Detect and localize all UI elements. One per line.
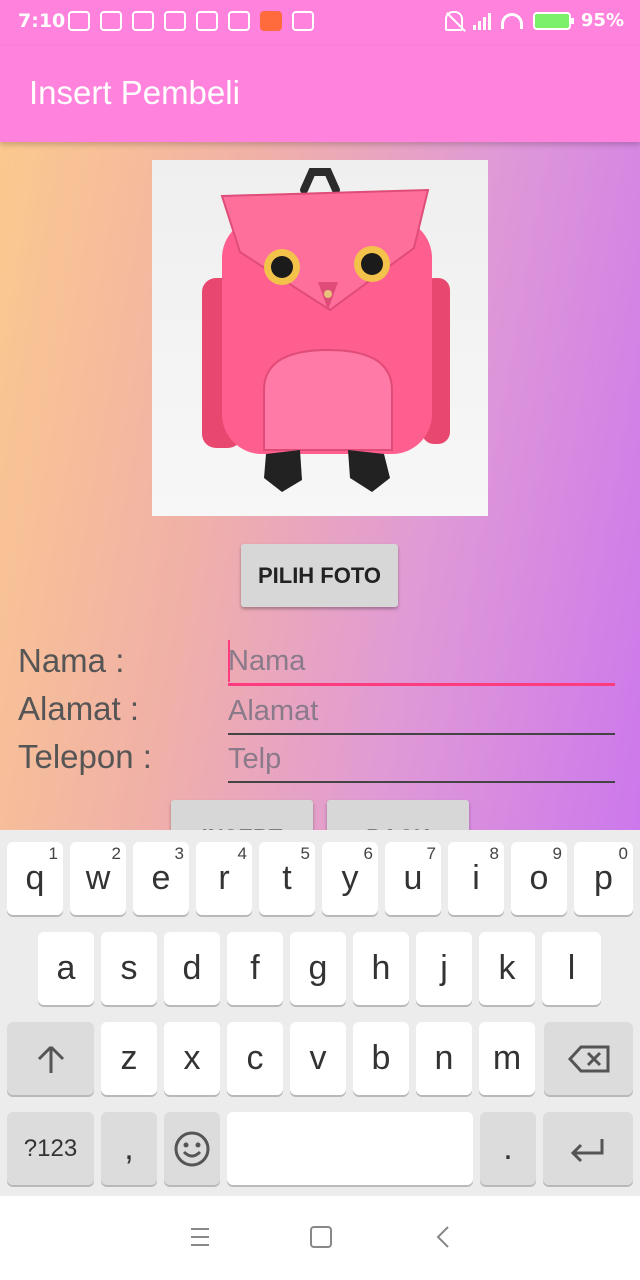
text-cursor (228, 640, 230, 682)
enter-icon (570, 1138, 604, 1162)
key-l[interactable]: l (542, 932, 601, 1005)
nama-label: Nama : (18, 642, 125, 679)
key-d[interactable]: d (164, 932, 220, 1005)
soft-keyboard: q1 w2 e3 r4 t5 y6 u7 i8 o9 p0 a s d f g … (0, 830, 640, 1196)
comma-key[interactable]: , (101, 1112, 157, 1185)
key-c[interactable]: c (227, 1022, 283, 1095)
key-k[interactable]: k (479, 932, 535, 1005)
key-e[interactable]: e3 (133, 842, 189, 915)
key-v[interactable]: v (290, 1022, 346, 1095)
gmail-icon (164, 11, 186, 31)
key-w[interactable]: w2 (70, 842, 126, 915)
mute-icon (444, 10, 463, 31)
insert-button[interactable]: INSERT (171, 800, 313, 830)
wifi-icon (500, 12, 523, 29)
alamat-field[interactable] (228, 689, 615, 735)
key-o[interactable]: o9 (511, 842, 567, 915)
key-h[interactable]: h (353, 932, 409, 1005)
system-nav-bar (0, 1196, 640, 1280)
key-f[interactable]: f (227, 932, 283, 1005)
key-x[interactable]: x (164, 1022, 220, 1095)
key-b[interactable]: b (353, 1022, 409, 1095)
app-toolbar: Insert Pembeli (0, 46, 640, 142)
telp-field[interactable] (228, 737, 615, 783)
backspace-icon (567, 1045, 609, 1072)
back-icon[interactable] (434, 1224, 454, 1250)
key-g[interactable]: g (290, 932, 346, 1005)
pick-photo-button[interactable]: PILIH FOTO (241, 544, 398, 607)
key-s[interactable]: s (101, 932, 157, 1005)
signal-icon (472, 12, 491, 30)
emoji-icon (174, 1131, 210, 1166)
space-key[interactable] (227, 1112, 473, 1185)
telepon-label: Telepon : (18, 738, 152, 775)
form-container: PILIH FOTO Nama : Alamat : Telepon : INS… (0, 142, 640, 830)
key-j[interactable]: j (416, 932, 472, 1005)
shift-arrow-icon (37, 1045, 64, 1073)
period-key[interactable]: . (480, 1112, 536, 1185)
key-q[interactable]: q1 (7, 842, 63, 915)
home-icon[interactable] (309, 1224, 333, 1250)
key-z[interactable]: z (101, 1022, 157, 1095)
car-icon (68, 11, 90, 31)
shopee-icon (260, 11, 282, 31)
car-icon (132, 11, 154, 31)
key-a[interactable]: a (38, 932, 94, 1005)
back-button[interactable]: BACK (327, 800, 469, 830)
emoji-key[interactable] (164, 1112, 220, 1185)
key-n[interactable]: n (416, 1022, 472, 1095)
nama-field[interactable] (228, 640, 615, 686)
status-bar: 7:10 95% (0, 0, 640, 46)
battery-level: 95% (580, 10, 624, 31)
battery-icon (532, 11, 574, 30)
key-t[interactable]: t5 (259, 842, 315, 915)
enter-key[interactable] (543, 1112, 633, 1185)
key-r[interactable]: r4 (196, 842, 252, 915)
symbols-key[interactable]: ?123 (7, 1112, 94, 1185)
menu-icon[interactable] (189, 1224, 211, 1250)
key-p[interactable]: p0 (574, 842, 633, 915)
gmail-icon (100, 11, 122, 31)
backspace-key[interactable] (544, 1022, 633, 1095)
notification-icons (68, 11, 314, 31)
discord-icon (292, 11, 314, 31)
status-time: 7:10 (18, 10, 66, 32)
page-title: Insert Pembeli (29, 74, 240, 111)
youtube-icon (196, 11, 218, 31)
key-m[interactable]: m (479, 1022, 535, 1095)
alamat-label: Alamat : (18, 690, 140, 727)
key-u[interactable]: u7 (385, 842, 441, 915)
key-i[interactable]: i8 (448, 842, 504, 915)
product-photo (152, 160, 488, 516)
instagram-icon (228, 11, 250, 31)
key-y[interactable]: y6 (322, 842, 378, 915)
shift-key[interactable] (7, 1022, 94, 1095)
